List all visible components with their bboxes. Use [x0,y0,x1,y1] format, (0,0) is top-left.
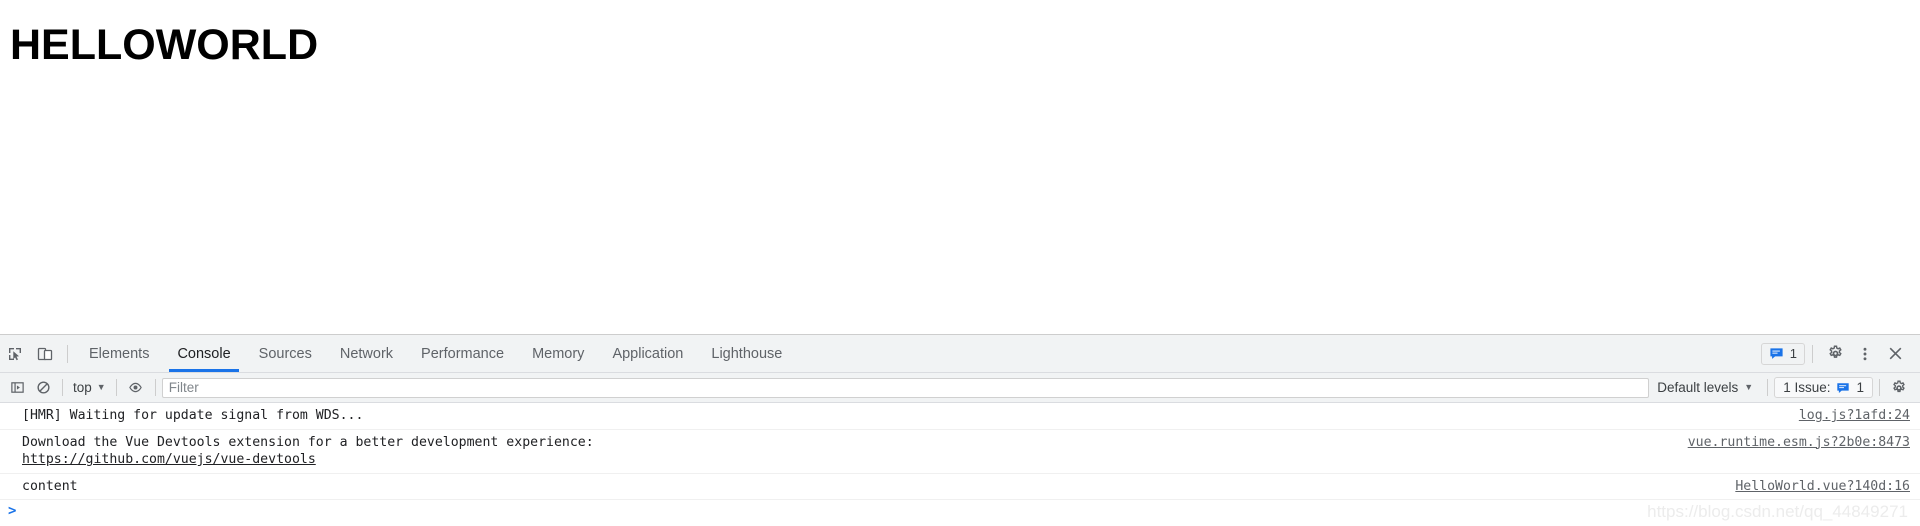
console-message-row[interactable]: Download the Vue Devtools extension for … [0,430,1920,474]
page-title: HELLOWORLD [10,21,319,69]
filterbar-divider [115,379,117,396]
log-levels-dropdown[interactable]: Default levels ▼ [1649,380,1761,395]
devtools-panel: Elements Console Sources Network Perform… [0,334,1920,526]
issues-count: 1 [1789,346,1797,361]
console-sidebar-icon[interactable] [4,376,30,400]
devtools-tab-list: Elements Console Sources Network Perform… [75,335,796,372]
tab-label: Console [177,345,231,362]
console-message-row[interactable]: [HMR] Waiting for update signal from WDS… [0,403,1920,430]
clear-console-icon[interactable] [30,376,56,400]
tab-label: Memory [532,345,585,362]
tab-lighthouse[interactable]: Lighthouse [697,335,796,372]
issues-counter-button[interactable]: 1 [1760,342,1805,365]
tab-label: Application [612,345,684,362]
tab-elements[interactable]: Elements [75,335,163,372]
tab-label: Elements [89,345,150,362]
close-icon[interactable] [1880,339,1910,369]
console-prompt-input[interactable] [22,503,1910,519]
devtools-tabbar: Elements Console Sources Network Perform… [0,335,1920,373]
devtools-tabbar-actions: 1 [1760,339,1920,369]
tab-label: Sources [258,345,312,362]
chevron-down-icon: ▼ [1744,382,1754,392]
filter-input[interactable] [161,377,1650,398]
tab-performance[interactable]: Performance [407,335,518,372]
live-expression-icon[interactable] [123,376,149,400]
device-toolbar-icon[interactable] [30,339,60,369]
console-source-link[interactable]: HelloWorld.vue?140d:16 [1735,478,1910,496]
console-message-text: Download the Vue Devtools extension for … [22,434,1672,469]
console-source-link[interactable]: vue.runtime.esm.js?2b0e:8473 [1688,434,1910,452]
tab-label: Performance [421,345,505,362]
filterbar-actions [1873,376,1920,400]
gear-icon[interactable] [1820,339,1850,369]
console-message-text: content [22,478,78,494]
issues-bar-button[interactable]: 1 Issue: 1 [1774,377,1873,398]
tab-console[interactable]: Console [163,335,244,372]
tab-memory[interactable]: Memory [518,335,598,372]
tab-label: Network [339,345,394,362]
tab-sources[interactable]: Sources [245,335,326,372]
execution-context-label: top [73,380,92,395]
filterbar-divider [62,379,63,396]
console-output: [HMR] Waiting for update signal from WDS… [0,403,1920,526]
tab-application[interactable]: Application [598,335,697,372]
more-vertical-icon[interactable] [1850,339,1880,369]
page-viewport: HELLOWORLD [0,0,1920,334]
filterbar-divider [1879,379,1880,396]
message-icon [1770,348,1783,359]
console-prompt[interactable]: > [0,500,1920,522]
toolbar-divider [67,344,68,363]
tab-network[interactable]: Network [326,335,407,372]
inspect-element-icon[interactable] [0,339,30,369]
issues-label: 1 Issue: [1783,380,1831,395]
console-message-body: Download the Vue Devtools extension for … [22,434,594,450]
toolbar-divider [1812,344,1813,363]
message-icon [1837,382,1850,393]
settings-gear-icon[interactable] [1886,376,1912,400]
filterbar-divider [1767,379,1769,396]
console-filterbar: top ▼ Default levels ▼ 1 Issue: [0,373,1920,403]
issues-count: 1 [1856,380,1864,395]
filterbar-divider [154,379,156,396]
tab-label: Lighthouse [711,345,783,362]
console-message-row[interactable]: content HelloWorld.vue?140d:16 [0,474,1920,500]
vue-devtools-link[interactable]: https://github.com/vuejs/vue-devtools [22,452,316,467]
chevron-down-icon: ▼ [96,382,106,392]
browser-window: HELLOWORLD Elements Console Sources Netw… [0,0,1920,526]
prompt-chevron-icon: > [8,503,17,519]
log-levels-label: Default levels [1657,380,1739,395]
console-message-text: [HMR] Waiting for update signal from WDS… [22,408,364,423]
console-source-link[interactable]: log.js?1afd:24 [1799,407,1910,425]
execution-context-dropdown[interactable]: top ▼ [69,380,110,395]
